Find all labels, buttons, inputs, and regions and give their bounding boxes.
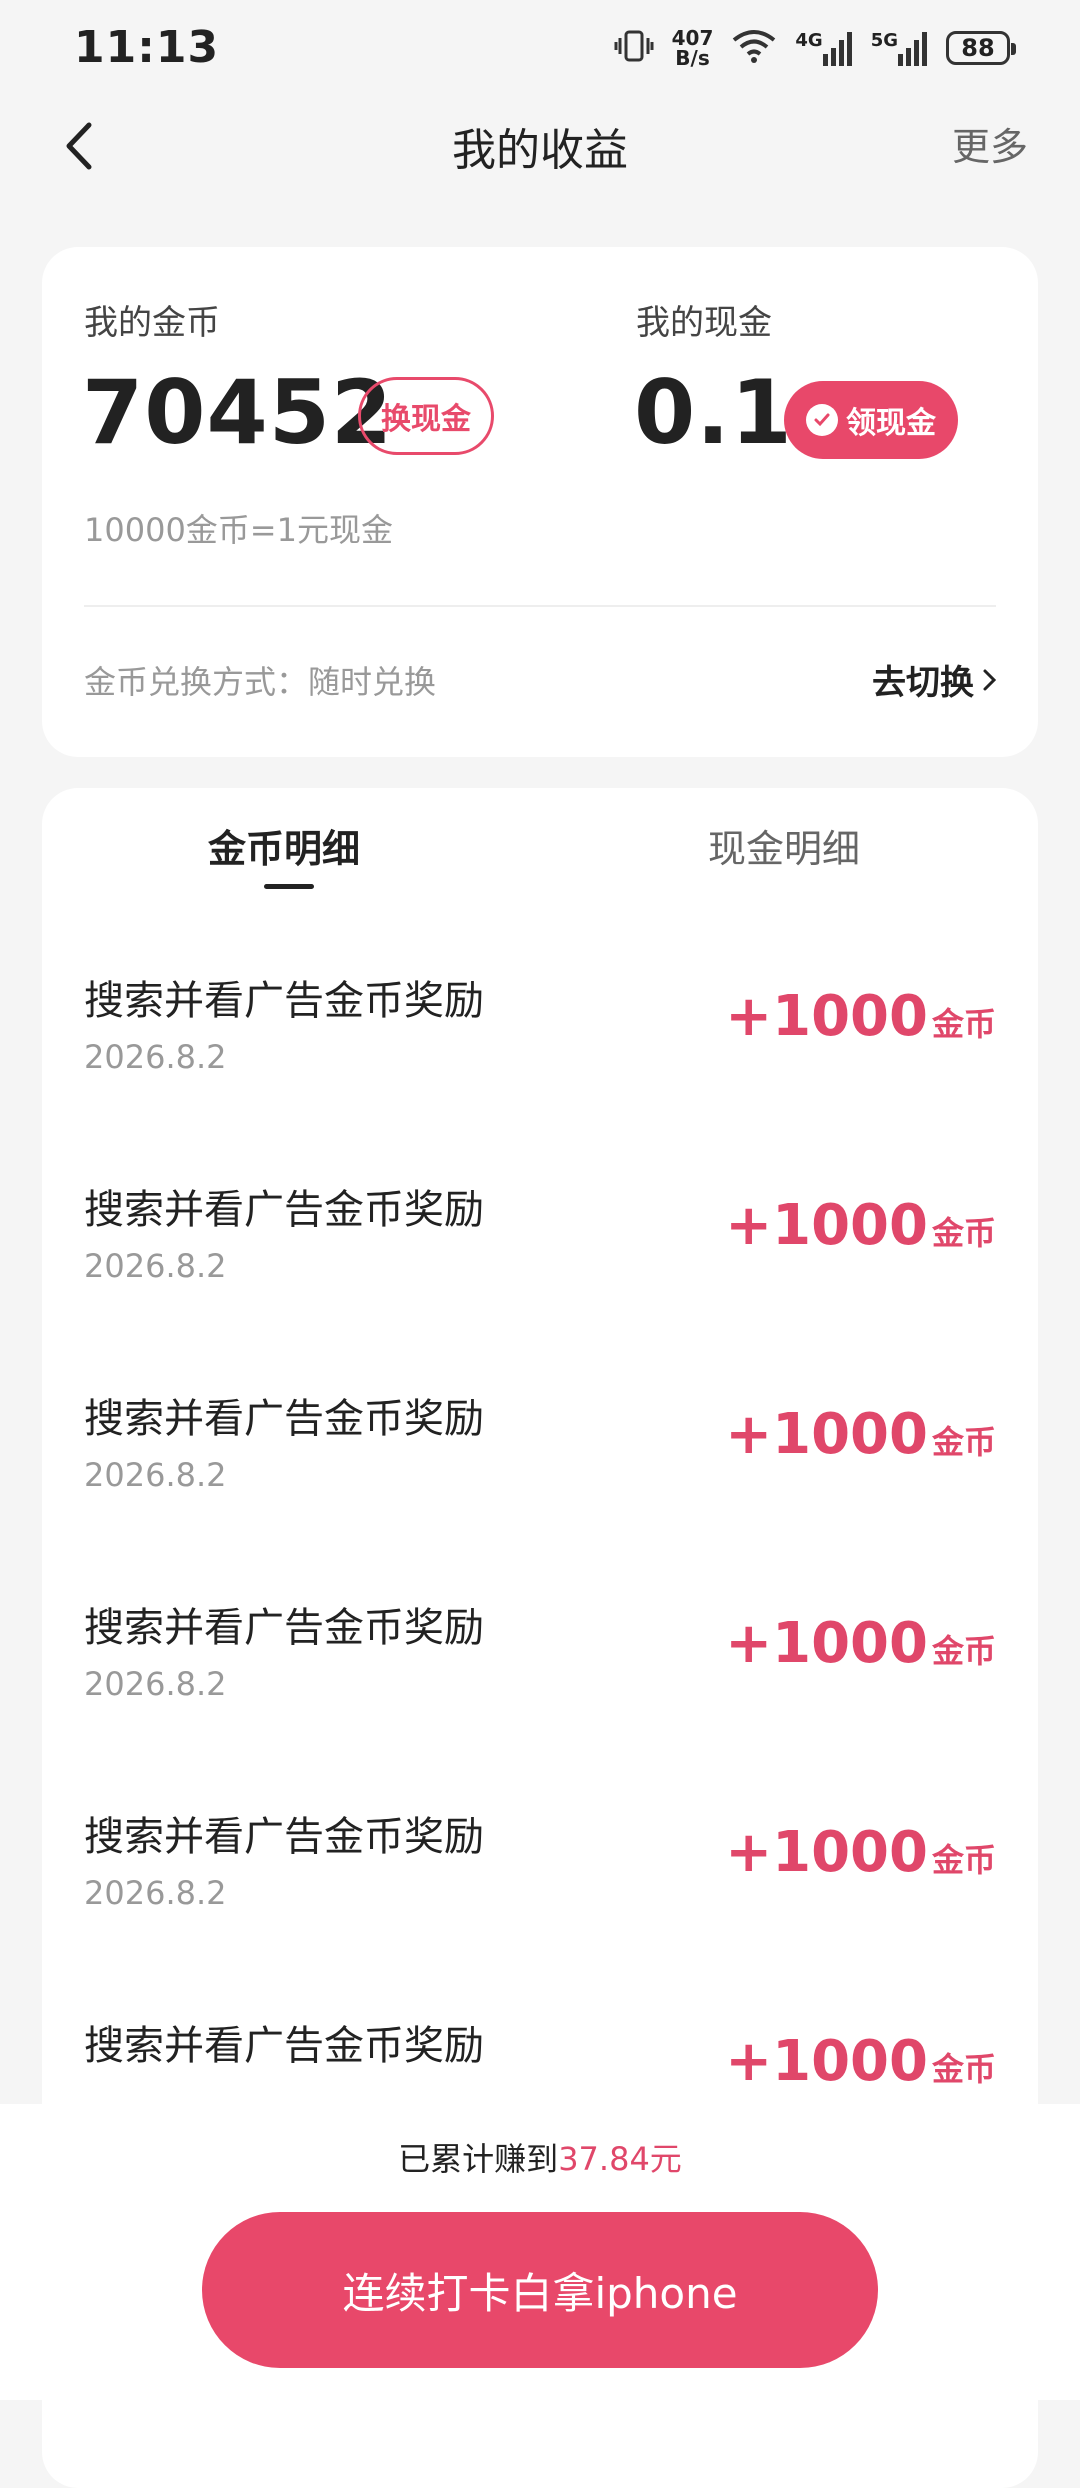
record-title: 搜索并看广告金币奖励 [84, 978, 484, 1024]
record-date: 2026.8.2 [84, 1665, 227, 1703]
status-bar: 11:13 407 B/s 4G 5G 88 [0, 0, 1080, 100]
network-speed: 407 B/s [671, 26, 714, 70]
coins-label: 我的金币 [84, 303, 220, 343]
record-date: 2026.8.2 [84, 1874, 227, 1912]
page-title: 我的收益 [452, 125, 628, 176]
status-time: 11:13 [74, 22, 220, 73]
more-button[interactable]: 更多 [952, 116, 1028, 171]
wifi-icon [731, 28, 777, 68]
active-tab-indicator [264, 884, 314, 889]
check-chat-icon [806, 404, 838, 436]
list-item[interactable]: 搜索并看广告金币奖励 2026.8.2 +1000 金币 [42, 1177, 1038, 1386]
record-date: 2026.8.2 [84, 1456, 227, 1494]
list-item[interactable]: 搜索并看广告金币奖励 2026.8.2 +1000 金币 [42, 1386, 1038, 1595]
switch-method-label: 去切换 [872, 663, 974, 703]
total-earned-amount: 37.84元 [558, 2140, 682, 2178]
total-earned-text: 已累计赚到37.84元 [398, 2140, 682, 2178]
signal-4g-icon: 4G [795, 30, 852, 66]
record-amount: +1000 金币 [725, 2029, 996, 2094]
switch-method-link[interactable]: 去切换 [872, 655, 998, 704]
record-title: 搜索并看广告金币奖励 [84, 1187, 484, 1233]
record-amount: +1000 金币 [725, 1193, 996, 1258]
exchange-cash-button[interactable]: 换现金 [358, 377, 494, 455]
claim-cash-label: 领现金 [846, 406, 936, 441]
exchange-rate-text: 10000金币=1元现金 [84, 511, 393, 549]
record-date: 2026.8.2 [84, 1038, 227, 1076]
divider [84, 605, 996, 607]
cash-value: 0.1 [634, 361, 793, 464]
records-list: 搜索并看广告金币奖励 2026.8.2 +1000 金币 搜索并看广告金币奖励 2… [42, 968, 1038, 2222]
cash-label: 我的现金 [636, 303, 772, 343]
claim-cash-button[interactable]: 领现金 [784, 381, 958, 459]
record-amount: +1000 金币 [725, 1611, 996, 1676]
record-date: 2026.8.2 [84, 1247, 227, 1285]
app-header: 我的收益 更多 [0, 100, 1080, 190]
vibrate-icon [614, 26, 654, 70]
record-title: 搜索并看广告金币奖励 [84, 1814, 484, 1860]
battery-icon: 88 [946, 31, 1016, 65]
chevron-right-icon [983, 669, 997, 690]
record-title: 搜索并看广告金币奖励 [84, 1396, 484, 1442]
record-title: 搜索并看广告金币奖励 [84, 1605, 484, 1651]
tab-coin-details[interactable]: 金币明细 [208, 818, 360, 873]
signal-5g-icon: 5G [871, 30, 928, 66]
record-amount: +1000 金币 [725, 1820, 996, 1885]
record-amount: +1000 金币 [725, 984, 996, 1049]
list-item[interactable]: 搜索并看广告金币奖励 2026.8.2 +1000 金币 [42, 1595, 1038, 1804]
record-title: 搜索并看广告金币奖励 [84, 2023, 484, 2069]
checkin-iphone-button[interactable]: 连续打卡白拿iphone [202, 2212, 878, 2368]
earnings-summary-card: 我的金币 70452 换现金 我的现金 0.1 领现金 10000金币=1元现金… [42, 247, 1038, 757]
status-icons: 407 B/s 4G 5G 88 [614, 26, 1016, 70]
record-amount: +1000 金币 [725, 1402, 996, 1467]
list-item[interactable]: 搜索并看广告金币奖励 2026.8.2 +1000 金币 [42, 968, 1038, 1177]
exchange-method-text: 金币兑换方式：随时兑换 [84, 663, 437, 701]
coins-value: 70452 [82, 361, 394, 464]
bottom-bar: 已累计赚到37.84元 连续打卡白拿iphone [0, 2104, 1080, 2400]
tab-cash-details[interactable]: 现金明细 [708, 818, 860, 873]
list-item[interactable]: 搜索并看广告金币奖励 2026.8.2 +1000 金币 [42, 1804, 1038, 2013]
